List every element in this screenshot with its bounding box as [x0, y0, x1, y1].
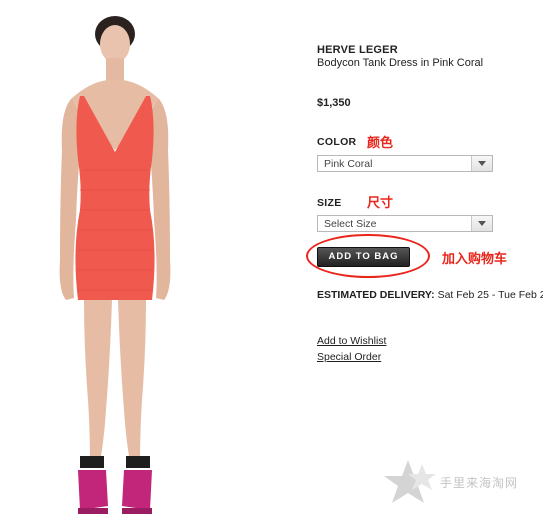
- product-price: $1,350: [317, 97, 351, 109]
- special-order-link[interactable]: Special Order: [317, 351, 381, 363]
- product-image: [0, 0, 300, 522]
- size-annotation: 尺寸: [367, 195, 394, 210]
- add-to-bag-annotation: 加入购物车: [442, 251, 508, 266]
- estimated-delivery: ESTIMATED DELIVERY: Sat Feb 25 - Tue Feb…: [317, 289, 543, 301]
- add-to-bag-button[interactable]: ADD TO BAG: [317, 247, 410, 267]
- color-label: COLOR: [317, 136, 357, 148]
- size-dropdown-button[interactable]: [471, 216, 492, 231]
- color-select-value: Pink Coral: [324, 158, 373, 170]
- delivery-label: ESTIMATED DELIVERY:: [317, 289, 435, 301]
- model-illustration: [59, 16, 171, 514]
- delivery-dates: Sat Feb 25 - Tue Feb 2: [437, 289, 543, 301]
- chevron-down-icon: [478, 161, 486, 166]
- brand-name: HERVE LEGER: [317, 44, 398, 56]
- watermark-text: 手里来海淘网: [440, 476, 519, 490]
- product-name: Bodycon Tank Dress in Pink Coral: [317, 57, 484, 69]
- color-dropdown-button[interactable]: [471, 156, 492, 171]
- size-select-value: Select Size: [324, 218, 377, 230]
- add-to-wishlist-link[interactable]: Add to Wishlist: [317, 335, 386, 347]
- size-label: SIZE: [317, 197, 342, 209]
- color-select[interactable]: Pink Coral: [317, 155, 493, 172]
- chevron-down-icon: [478, 221, 486, 226]
- color-annotation: 颜色: [367, 135, 394, 150]
- size-select[interactable]: Select Size: [317, 215, 493, 232]
- product-details: HERVE LEGER Bodycon Tank Dress in Pink C…: [306, 0, 543, 522]
